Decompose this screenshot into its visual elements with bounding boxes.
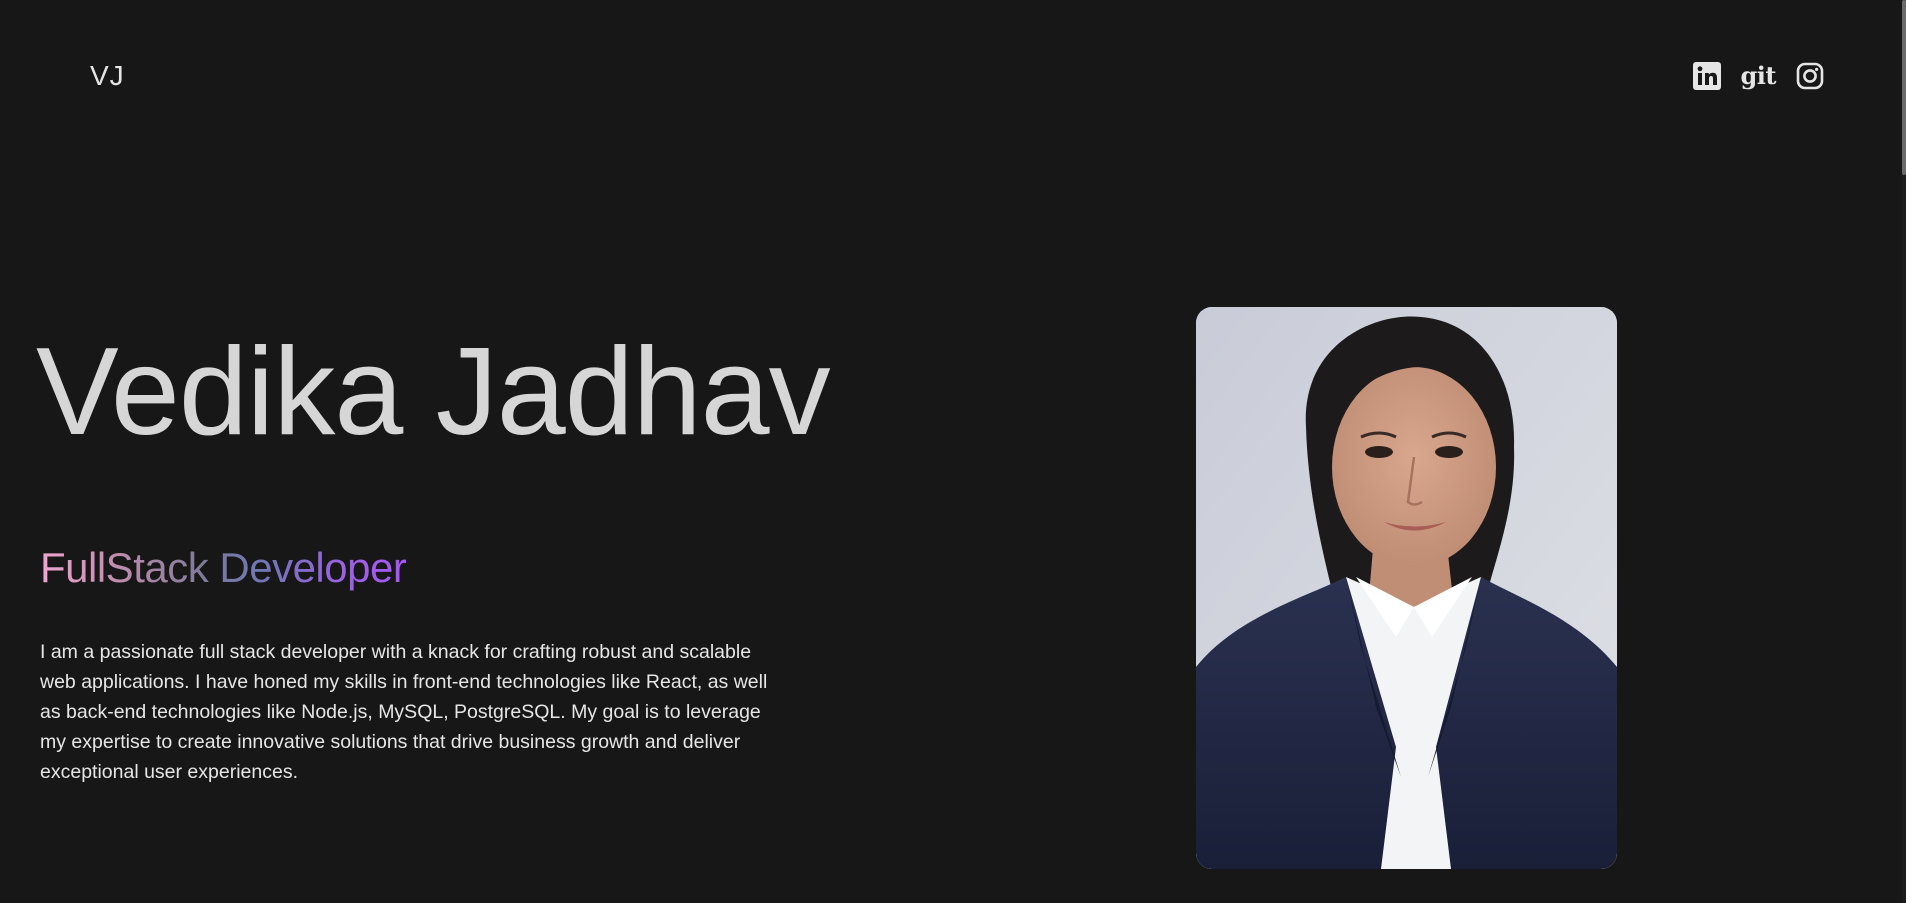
site-logo[interactable]: VJ: [90, 60, 125, 92]
profile-photo: [1196, 307, 1617, 869]
instagram-link[interactable]: [1796, 62, 1824, 90]
linkedin-icon: [1692, 62, 1721, 90]
portfolio-page: VJ git Vedika Jadhav FullStack Developer…: [0, 0, 1906, 903]
hero-role: FullStack Developer: [40, 544, 407, 591]
scrollbar[interactable]: [1902, 0, 1906, 903]
git-link[interactable]: git: [1740, 61, 1777, 90]
git-icon: git: [1740, 61, 1777, 90]
scrollbar-thumb[interactable]: [1902, 0, 1906, 175]
instagram-icon: [1796, 62, 1824, 90]
social-links: git: [1692, 61, 1824, 90]
linkedin-link[interactable]: [1692, 62, 1721, 90]
hero-bio: I am a passionate full stack developer w…: [40, 641, 768, 783]
hero-name: Vedika Jadhav: [36, 323, 831, 461]
